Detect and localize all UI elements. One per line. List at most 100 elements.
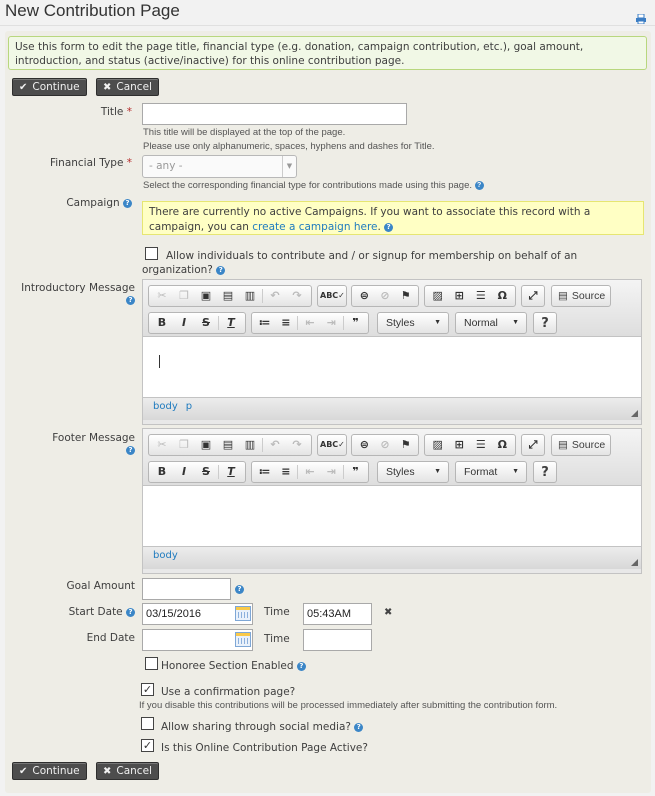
cancel-button-bottom[interactable]: ✖ Cancel [96,762,159,780]
source-button[interactable]: ▤ Source [551,285,611,307]
help-icon[interactable]: ? [126,445,135,455]
paste-text-icon[interactable]: ▤ [217,435,239,455]
numbered-list-icon[interactable]: ≔ [254,313,275,333]
copy-icon[interactable]: ❐ [173,286,195,306]
indent-icon[interactable]: ⇥ [321,462,342,482]
redo-icon[interactable]: ↷ [286,435,308,455]
undo-icon[interactable]: ↶ [264,286,286,306]
paste-word-icon[interactable]: ▥ [239,286,261,306]
italic-icon[interactable]: I [173,313,195,333]
calendar-icon[interactable] [235,606,251,621]
format-dropdown[interactable]: Normal ▼ [455,312,527,334]
footer-message-textarea[interactable] [143,486,641,546]
paste-icon[interactable]: ▣ [195,435,217,455]
help-icon[interactable]: ? [126,295,135,305]
horizontal-rule-icon[interactable]: ☰ [470,286,492,306]
bold-icon[interactable]: B [151,462,173,482]
strikethrough-icon[interactable]: S [195,313,217,333]
active-checkbox[interactable]: ✓ [141,739,154,752]
spellcheck-button[interactable]: ABC✓ [317,434,347,456]
path-body[interactable]: body [153,550,178,561]
help-icon[interactable]: ? [216,265,226,275]
outdent-icon[interactable]: ⇤ [299,313,320,333]
help-button[interactable]: ? [533,461,557,483]
footer-message-editor[interactable]: ✂ ❐ ▣ ▤ ▥ ↶ ↷ ABC✓ ⊜ ⊘ ⚑ ▨ ⊞ ☰ Ω ⤢ ▤ Source BIST ≔ ≡ ⇤… [142,428,642,574]
resize-handle[interactable] [631,410,638,417]
styles-dropdown[interactable]: Styles ▼ [377,312,449,334]
goal-amount-input[interactable] [142,578,231,600]
help-icon[interactable]: ? [296,661,306,671]
blockquote-icon[interactable]: ❞ [345,313,366,333]
outdent-icon[interactable]: ⇤ [299,462,320,482]
financial-type-select[interactable]: - any - ▼ [142,155,297,178]
title-input[interactable] [142,103,407,125]
cut-icon[interactable]: ✂ [151,435,173,455]
styles-dropdown[interactable]: Styles ▼ [377,461,449,483]
continue-button-bottom[interactable]: ✔ Continue [12,762,87,780]
link-icon[interactable]: ⊜ [354,435,375,455]
clear-date-icon[interactable]: ✖ [384,607,392,618]
bold-icon[interactable]: B [151,313,173,333]
table-icon[interactable]: ⊞ [449,286,471,306]
italic-icon[interactable]: I [173,462,195,482]
image-icon[interactable]: ▨ [427,286,449,306]
link-icon[interactable]: ⊜ [354,286,375,306]
campaign-notice: There are currently no active Campaigns.… [142,201,644,235]
special-char-icon[interactable]: Ω [492,286,514,306]
copy-icon[interactable]: ❐ [173,435,195,455]
indent-icon[interactable]: ⇥ [321,313,342,333]
calendar-icon[interactable] [235,632,251,647]
help-icon[interactable]: ? [384,222,394,232]
confirm-page-checkbox[interactable]: ✓ [141,683,154,696]
path-body[interactable]: body [153,401,178,412]
start-time-input[interactable] [303,603,372,625]
resize-handle[interactable] [631,559,638,566]
blockquote-icon[interactable]: ❞ [345,462,366,482]
maximize-button[interactable]: ⤢ [521,434,545,456]
unlink-icon[interactable]: ⊘ [375,435,396,455]
remove-format-icon[interactable]: T [220,313,242,333]
end-time-input[interactable] [303,629,372,651]
anchor-icon[interactable]: ⚑ [395,286,416,306]
social-checkbox[interactable] [141,717,154,730]
chevron-down-icon: ▼ [512,319,519,326]
help-button[interactable]: ? [533,312,557,334]
help-icon[interactable]: ? [354,722,364,732]
print-icon[interactable] [636,14,646,24]
anchor-icon[interactable]: ⚑ [395,435,416,455]
table-icon[interactable]: ⊞ [449,435,471,455]
intro-message-textarea[interactable] [143,337,641,397]
numbered-list-icon[interactable]: ≔ [254,462,275,482]
list-group: ≔ ≡ ⇤ ⇥ ❞ [251,461,369,483]
create-campaign-link[interactable]: create a campaign here [252,221,377,233]
cut-icon[interactable]: ✂ [151,286,173,306]
remove-format-icon[interactable]: T [220,462,242,482]
continue-button[interactable]: ✔ Continue [12,78,87,96]
unlink-icon[interactable]: ⊘ [375,286,396,306]
help-icon[interactable]: ? [235,585,244,594]
intro-message-editor[interactable]: ✂ ❐ ▣ ▤ ▥ ↶ ↷ ABC✓ ⊜ ⊘ ⚑ ▨ ⊞ ☰ Ω ⤢ ▤ Source BIST ≔ ≡ ⇤… [142,279,642,425]
special-char-icon[interactable]: Ω [492,435,514,455]
maximize-button[interactable]: ⤢ [521,285,545,307]
horizontal-rule-icon[interactable]: ☰ [470,435,492,455]
paste-word-icon[interactable]: ▥ [239,435,261,455]
cancel-button[interactable]: ✖ Cancel [96,78,159,96]
bullet-list-icon[interactable]: ≡ [275,313,296,333]
format-dropdown[interactable]: Format ▼ [455,461,527,483]
paste-text-icon[interactable]: ▤ [217,286,239,306]
help-icon[interactable]: ? [123,198,132,208]
path-p[interactable]: p [186,401,192,412]
maximize-icon: ⤢ [528,438,538,451]
help-icon[interactable]: ? [474,180,484,190]
redo-icon[interactable]: ↷ [286,286,308,306]
honoree-checkbox[interactable] [145,657,158,670]
help-icon[interactable]: ? [126,607,135,617]
paste-icon[interactable]: ▣ [195,286,217,306]
spellcheck-button[interactable]: ABC✓ [317,285,347,307]
strikethrough-icon[interactable]: S [195,462,217,482]
undo-icon[interactable]: ↶ [264,435,286,455]
source-button[interactable]: ▤ Source [551,434,611,456]
on-behalf-checkbox[interactable] [145,247,158,260]
image-icon[interactable]: ▨ [427,435,449,455]
bullet-list-icon[interactable]: ≡ [275,462,296,482]
